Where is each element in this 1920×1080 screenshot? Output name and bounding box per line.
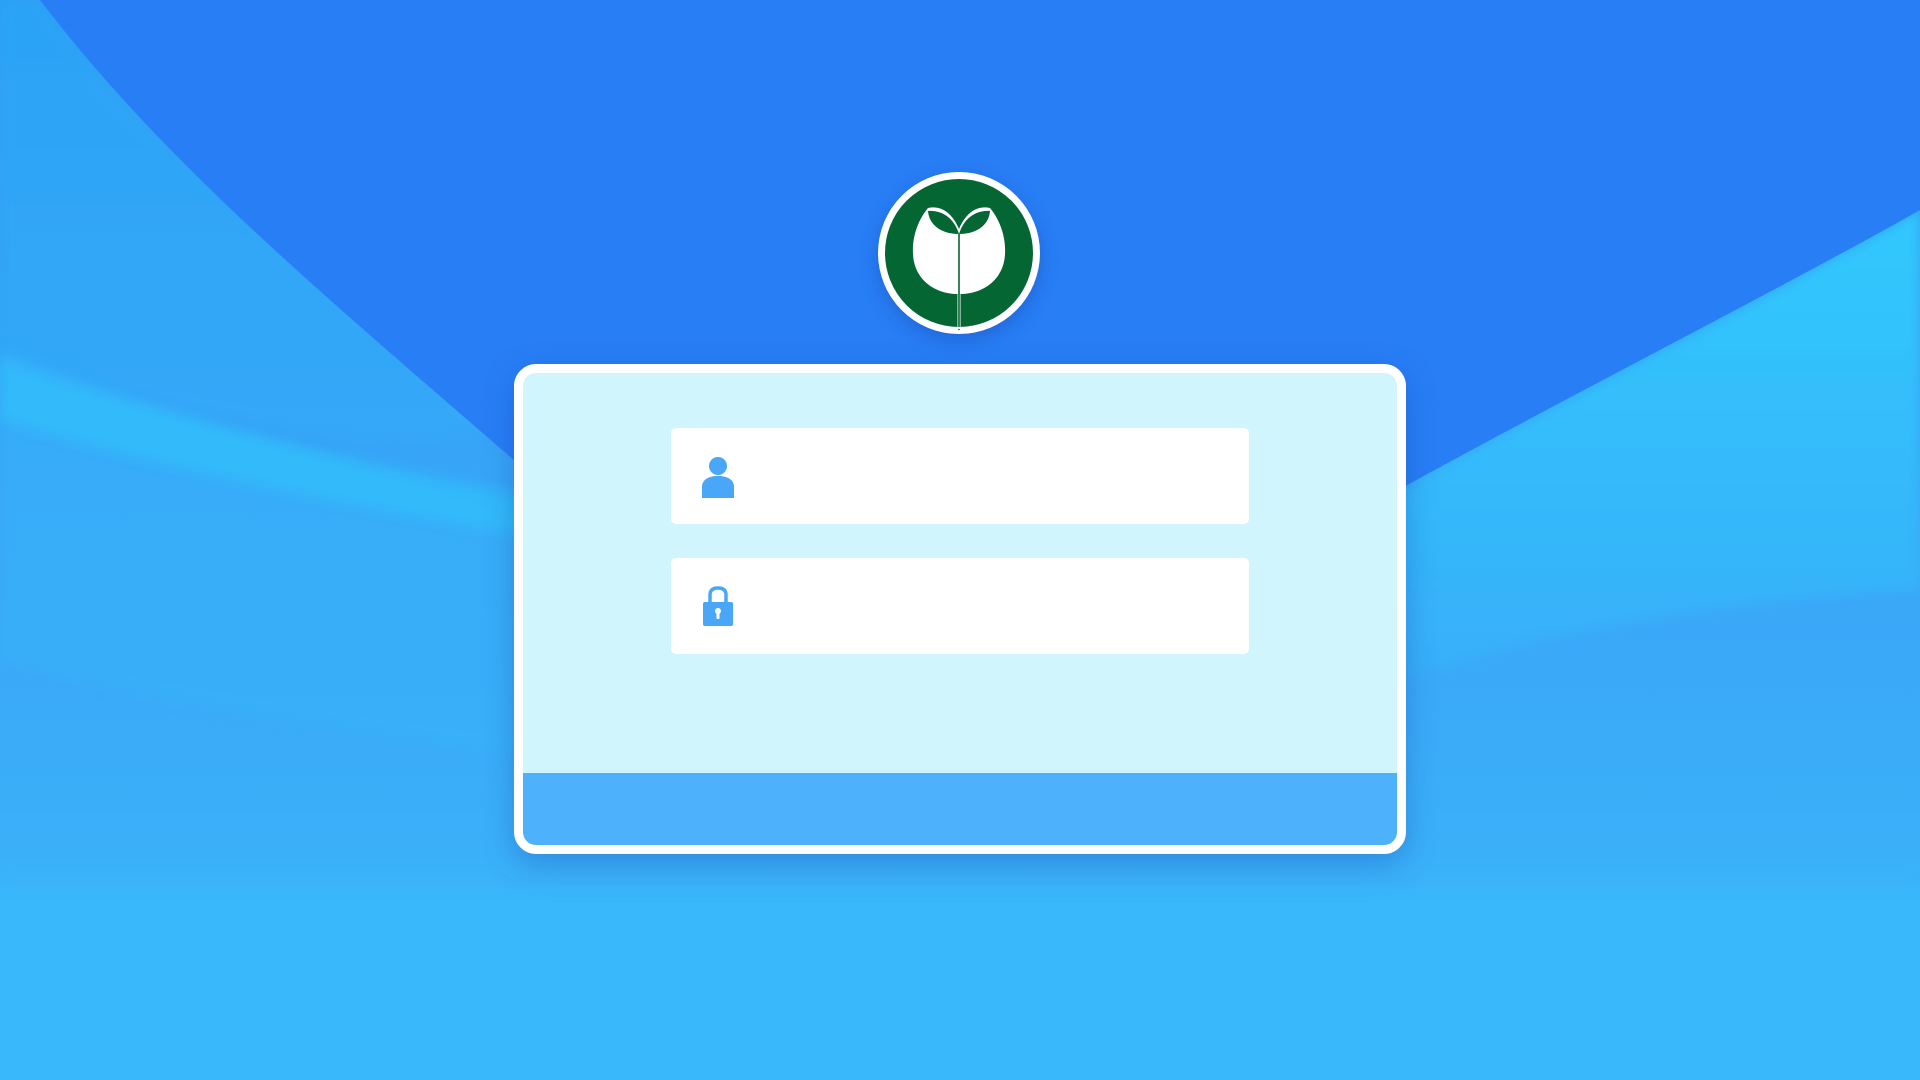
user-icon xyxy=(701,456,735,498)
lock-icon xyxy=(701,586,735,628)
sprout-logo-icon xyxy=(878,172,1040,334)
login-button[interactable] xyxy=(523,773,1397,845)
password-input[interactable] xyxy=(757,558,1233,656)
login-card xyxy=(514,364,1406,854)
password-field[interactable] xyxy=(671,558,1249,656)
username-field[interactable] xyxy=(671,428,1249,526)
username-input[interactable] xyxy=(757,428,1233,526)
